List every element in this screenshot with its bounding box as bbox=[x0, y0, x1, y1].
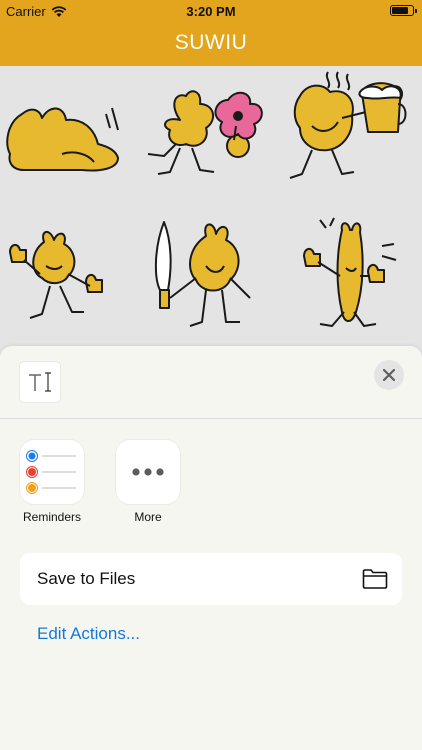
sticker-beer[interactable] bbox=[282, 70, 410, 190]
text-cursor-icon bbox=[29, 372, 51, 392]
app-more[interactable]: More bbox=[116, 440, 182, 524]
app-label: Reminders bbox=[22, 510, 82, 524]
app-reminders[interactable]: Reminders bbox=[20, 440, 86, 524]
sticker-lying-down[interactable] bbox=[2, 92, 130, 182]
sticker-flower[interactable] bbox=[140, 86, 268, 186]
sticker-gallery bbox=[0, 66, 422, 366]
app-label: More bbox=[134, 510, 162, 524]
sticker-thumbs-up[interactable] bbox=[6, 228, 118, 340]
more-icon bbox=[116, 440, 180, 504]
page-title: SUWIU bbox=[174, 31, 248, 54]
clock: 3:20 PM bbox=[186, 4, 236, 19]
save-to-files-button[interactable]: Save to Files bbox=[20, 553, 402, 605]
close-icon bbox=[383, 369, 395, 381]
nav-bar: SUWIU bbox=[0, 22, 422, 66]
sticker-knife[interactable] bbox=[150, 218, 260, 346]
preview-thumbnail bbox=[20, 362, 60, 402]
edit-actions-link[interactable]: Edit Actions... bbox=[37, 624, 140, 644]
action-label: Save to Files bbox=[37, 569, 136, 588]
battery-fill bbox=[392, 7, 409, 14]
share-sheet: Reminders More Save to Files Edit Action… bbox=[0, 346, 422, 750]
reminders-icon bbox=[20, 440, 84, 504]
divider bbox=[0, 418, 422, 419]
status-bar: Carrier 3:20 PM bbox=[0, 0, 422, 22]
folder-icon bbox=[362, 569, 388, 589]
close-button[interactable] bbox=[374, 360, 404, 390]
battery-icon bbox=[390, 5, 417, 16]
sticker-tall-thumbs-up[interactable] bbox=[296, 216, 406, 332]
